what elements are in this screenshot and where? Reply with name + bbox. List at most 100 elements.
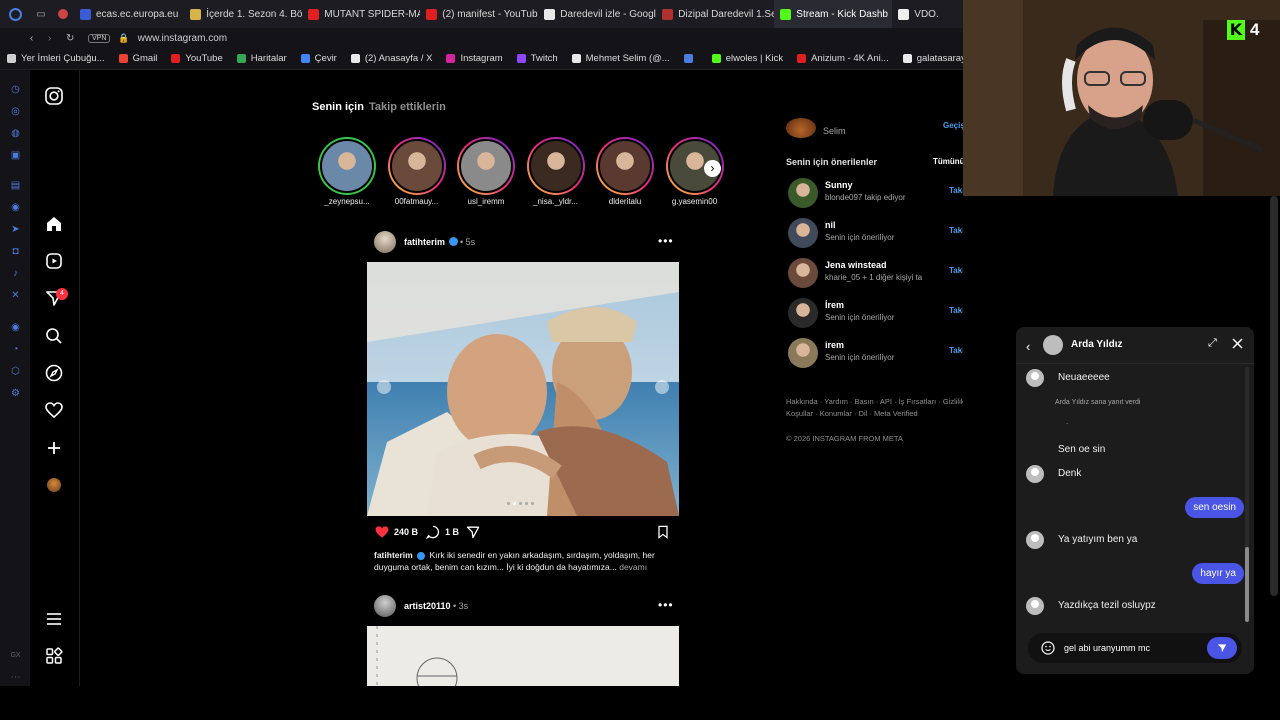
- emoji-icon[interactable]: [1041, 641, 1055, 655]
- bookmark-item[interactable]: Twitch: [510, 53, 565, 64]
- expand-icon[interactable]: ⤢: [1208, 337, 1217, 350]
- stories-next-icon[interactable]: ›: [704, 160, 721, 177]
- suggestion-username[interactable]: irem: [825, 340, 844, 350]
- profile-avatar[interactable]: [786, 118, 816, 138]
- tiktok-icon[interactable]: ♪: [10, 268, 21, 279]
- avatar[interactable]: [788, 338, 818, 368]
- search-icon[interactable]: [44, 326, 64, 346]
- bookmark-item[interactable]: Gmail: [112, 53, 165, 64]
- close-icon[interactable]: [1232, 338, 1243, 349]
- avatar[interactable]: [374, 231, 396, 253]
- avatar[interactable]: [374, 595, 396, 617]
- suggestion-username[interactable]: İrem: [825, 300, 844, 310]
- page-scrollbar[interactable]: [1270, 196, 1278, 596]
- bookmark-item[interactable]: (2) Anasayfa / X: [344, 53, 440, 64]
- carousel-prev-icon[interactable]: [377, 380, 391, 394]
- avatar[interactable]: [1043, 335, 1063, 355]
- comment-icon[interactable]: [425, 524, 441, 540]
- create-icon[interactable]: [44, 438, 64, 458]
- m-icon[interactable]: ▣: [10, 150, 21, 161]
- browser-tab[interactable]: Stream - Kick Dashb: [774, 0, 893, 28]
- gx-icon[interactable]: GX: [10, 650, 21, 661]
- more-icon[interactable]: ⋯: [10, 672, 21, 683]
- post-options-icon[interactable]: •••: [658, 234, 674, 248]
- profile-avatar[interactable]: [47, 478, 61, 492]
- browser-tab[interactable]: (2) manifest - YouTube: [420, 0, 538, 28]
- twitch-icon[interactable]: ▤: [10, 180, 21, 191]
- suggestion-username[interactable]: Sunny: [825, 180, 853, 190]
- opera-logo-icon[interactable]: [0, 0, 30, 28]
- carousel-next-icon[interactable]: [655, 380, 669, 394]
- story-avatar[interactable]: [596, 137, 654, 195]
- footer-links-line-2[interactable]: Koşullar · Konumlar · Dil · Meta Verifie…: [786, 408, 976, 420]
- reels-icon[interactable]: [44, 251, 64, 271]
- avatar[interactable]: [788, 178, 818, 208]
- explore-icon[interactable]: [44, 363, 64, 383]
- bookmark-item[interactable]: [677, 53, 705, 64]
- bookmark-item[interactable]: Instagram: [439, 53, 509, 64]
- browser-tab[interactable]: Daredevil izle - Google': [538, 0, 656, 28]
- footer-links-line-1[interactable]: Hakkında · Yardım · Basın · API · İş Fır…: [786, 396, 976, 408]
- browser-tab[interactable]: ecas.ec.europa.eu: [74, 0, 184, 28]
- back-icon[interactable]: ‹: [30, 33, 48, 44]
- post-image[interactable]: [367, 262, 679, 516]
- suggestion-username[interactable]: Jena winstead: [825, 260, 887, 270]
- dm-input-box[interactable]: gel abi uranyumm mc: [1028, 633, 1242, 663]
- tab-for-you[interactable]: Senin için: [312, 101, 364, 113]
- ai-icon[interactable]: ◎: [10, 106, 21, 117]
- avatar[interactable]: [788, 298, 818, 328]
- send-button[interactable]: [1207, 637, 1237, 659]
- bookmark-item[interactable]: elwoles | Kick: [705, 53, 790, 64]
- like-icon[interactable]: [374, 524, 390, 540]
- dm-message-input[interactable]: gel abi uranyumm mc: [1064, 643, 1150, 653]
- post-options-icon[interactable]: •••: [658, 598, 674, 612]
- share-icon[interactable]: [465, 524, 481, 540]
- caption-username[interactable]: fatihterim: [374, 550, 413, 560]
- settings-icon[interactable]: ⚙: [10, 388, 21, 399]
- story-avatar[interactable]: [387, 137, 446, 195]
- heart-icon[interactable]: [44, 400, 64, 420]
- whatsapp-icon[interactable]: ◉: [10, 202, 21, 213]
- instagram-logo-icon[interactable]: [44, 86, 64, 106]
- history-icon[interactable]: ◔: [10, 344, 21, 355]
- forward-icon[interactable]: ›: [48, 33, 66, 44]
- url-field[interactable]: www.instagram.com: [138, 33, 227, 44]
- switch-account-link[interactable]: Geçiş: [943, 121, 965, 130]
- avatar[interactable]: [788, 258, 818, 288]
- pinned-tab-icon[interactable]: [52, 9, 74, 19]
- post-username[interactable]: artist20110: [404, 601, 451, 611]
- instagram-side-icon[interactable]: ◘: [10, 246, 21, 257]
- apps-icon[interactable]: [44, 646, 64, 666]
- browser-tab[interactable]: MUTANT SPIDER-MAN: [302, 0, 420, 28]
- tab-following[interactable]: Takip ettiklerin: [369, 101, 446, 113]
- story-avatar[interactable]: [526, 137, 585, 195]
- dm-back-icon[interactable]: ‹: [1026, 339, 1030, 354]
- save-icon[interactable]: [655, 524, 671, 540]
- speed-dial-icon[interactable]: ◷: [10, 84, 21, 95]
- browser-tab[interactable]: Dizipal Daredevil 1.Sezo: [656, 0, 774, 28]
- caption-more-link[interactable]: devamı: [619, 562, 647, 572]
- telegram-icon[interactable]: ➤: [10, 224, 21, 235]
- extensions-icon[interactable]: ⬡: [10, 366, 21, 377]
- bookmark-item[interactable]: YouTube: [164, 53, 229, 64]
- x-icon[interactable]: ✕: [10, 290, 21, 301]
- browser-tab[interactable]: VDO.Ni: [892, 0, 938, 28]
- see-all-link[interactable]: Tümünü: [933, 157, 965, 166]
- story-avatar[interactable]: [457, 137, 515, 195]
- menu-icon[interactable]: [44, 609, 64, 629]
- bookmark-item[interactable]: Çevir: [294, 53, 344, 64]
- reload-icon[interactable]: ↻: [66, 33, 88, 44]
- browser-tab[interactable]: İçerde 1. Sezon 4. Bölüm: [184, 0, 302, 28]
- story-avatar[interactable]: [318, 137, 376, 195]
- vpn-badge[interactable]: VPN: [88, 33, 111, 43]
- bookmark-item[interactable]: Yer İmleri Çubuğu...: [0, 53, 112, 64]
- home-icon[interactable]: [44, 214, 64, 234]
- bookmark-item[interactable]: Anizium - 4K Ani...: [790, 53, 896, 64]
- post-username[interactable]: fatihterim: [404, 237, 445, 247]
- player-icon[interactable]: ◉: [10, 322, 21, 333]
- bookmark-item[interactable]: Mehmet Selim (@...: [565, 53, 677, 64]
- post-image[interactable]: [367, 626, 679, 686]
- tab-overview-icon[interactable]: ▭: [30, 9, 52, 20]
- dm-scrollbar[interactable]: [1245, 367, 1249, 622]
- bookmark-item[interactable]: Haritalar: [230, 53, 294, 64]
